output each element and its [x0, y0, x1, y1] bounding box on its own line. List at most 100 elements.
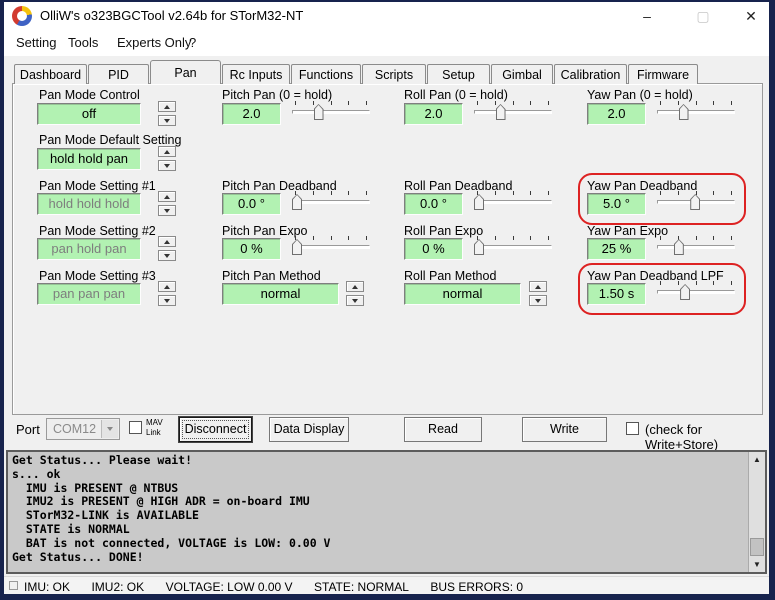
status-voltage: VOLTAGE: LOW 0.00 V	[166, 580, 293, 594]
slider-thumb[interactable]	[474, 239, 484, 255]
pitch-pan-expo-slider[interactable]	[292, 236, 370, 258]
pan-mode-setting2-spinner[interactable]	[158, 236, 176, 264]
maximize-button[interactable]: ▢	[680, 2, 726, 30]
tab-dashboard[interactable]: Dashboard	[14, 64, 87, 84]
pan-mode-default-combo[interactable]: hold hold pan	[37, 148, 141, 170]
tab-firmware[interactable]: Firmware	[628, 64, 698, 84]
roll-pan-deadband-field[interactable]: 0.0 °	[404, 193, 463, 215]
tab-pan[interactable]: Pan	[150, 60, 221, 84]
tab-pid[interactable]: PID	[88, 64, 149, 84]
yaw-pan-expo-label: Yaw Pan Expo	[587, 224, 668, 238]
menu-tools[interactable]: Tools	[68, 35, 98, 50]
slider-thumb[interactable]	[690, 194, 700, 210]
roll-pan-method-spinner[interactable]	[529, 281, 547, 309]
pitch-pan-slider[interactable]	[292, 101, 370, 123]
write-button[interactable]: Write	[522, 417, 607, 442]
menu-experts-only[interactable]: Experts Only	[117, 35, 191, 50]
spin-up-icon[interactable]	[158, 191, 176, 202]
tab-functions[interactable]: Functions	[291, 64, 361, 84]
pan-mode-control-spinner[interactable]	[158, 101, 176, 129]
spin-up-icon[interactable]	[158, 281, 176, 292]
disconnect-button[interactable]: Disconnect	[179, 417, 252, 442]
pan-mode-setting1-spinner[interactable]	[158, 191, 176, 219]
yaw-pan-field[interactable]: 2.0	[587, 103, 646, 125]
pitch-pan-field[interactable]: 2.0	[222, 103, 281, 125]
data-display-button[interactable]: Data Display	[269, 417, 349, 442]
spin-down-icon[interactable]	[529, 295, 547, 306]
status-state: STATE: NORMAL	[314, 580, 409, 594]
scroll-up-icon[interactable]: ▲	[749, 452, 765, 467]
slider-thumb[interactable]	[292, 194, 302, 210]
spin-up-icon[interactable]	[158, 146, 176, 157]
tab-setup[interactable]: Setup	[427, 64, 490, 84]
menu-help[interactable]: ?	[189, 35, 196, 50]
spin-down-icon[interactable]	[158, 295, 176, 306]
app-window: OlliW's o323BGCTool v2.64b for STorM32-N…	[0, 0, 775, 600]
mav-link-checkbox[interactable]	[129, 421, 142, 434]
write-store-checkbox[interactable]	[626, 422, 639, 435]
status-imu: IMU: OK	[24, 580, 70, 594]
dropdown-arrow-icon[interactable]	[101, 420, 118, 438]
roll-pan-field[interactable]: 2.0	[404, 103, 463, 125]
tab-gimbal[interactable]: Gimbal	[491, 64, 553, 84]
console-scrollbar[interactable]: ▲ ▼	[748, 452, 765, 572]
yaw-pan-lpf-slider[interactable]	[657, 281, 735, 303]
yaw-pan-deadband-field[interactable]: 5.0 °	[587, 193, 646, 215]
yaw-pan-slider[interactable]	[657, 101, 735, 123]
port-combo[interactable]: COM12	[46, 418, 120, 440]
tab-scripts[interactable]: Scripts	[362, 64, 426, 84]
slider-thumb[interactable]	[314, 104, 324, 120]
pitch-pan-method-spinner[interactable]	[346, 281, 364, 309]
scroll-down-icon[interactable]: ▼	[749, 557, 765, 572]
roll-pan-method-combo[interactable]: normal	[404, 283, 521, 305]
spin-down-icon[interactable]	[158, 115, 176, 126]
slider-thumb[interactable]	[292, 239, 302, 255]
pan-mode-setting2-combo[interactable]: pan hold pan	[37, 238, 141, 260]
slider-thumb[interactable]	[674, 239, 684, 255]
menu-setting[interactable]: Setting	[16, 35, 56, 50]
slider-thumb[interactable]	[496, 104, 506, 120]
status-checkbox[interactable]	[9, 581, 18, 590]
spin-up-icon[interactable]	[346, 281, 364, 292]
yaw-pan-expo-field[interactable]: 25 %	[587, 238, 646, 260]
spin-down-icon[interactable]	[158, 160, 176, 171]
slider-thumb[interactable]	[474, 194, 484, 210]
pan-mode-setting3-combo[interactable]: pan pan pan	[37, 283, 141, 305]
pan-mode-setting3-spinner[interactable]	[158, 281, 176, 309]
spin-up-icon[interactable]	[158, 101, 176, 112]
status-bus-errors: BUS ERRORS: 0	[430, 580, 523, 594]
status-imu2: IMU2: OK	[91, 580, 144, 594]
pan-mode-setting1-combo[interactable]: hold hold hold	[37, 193, 141, 215]
status-console: Get Status... Please wait! s... ok IMU i…	[6, 450, 767, 574]
roll-pan-expo-slider[interactable]	[474, 236, 552, 258]
focus-rect	[182, 420, 249, 439]
pan-mode-control-label: Pan Mode Control	[39, 88, 140, 102]
slider-thumb[interactable]	[680, 284, 690, 300]
tab-calibration[interactable]: Calibration	[554, 64, 627, 84]
roll-pan-expo-field[interactable]: 0 %	[404, 238, 463, 260]
yaw-pan-lpf-field[interactable]: 1.50 s	[587, 283, 646, 305]
pitch-pan-deadband-slider[interactable]	[292, 191, 370, 213]
yaw-pan-expo-slider[interactable]	[657, 236, 735, 258]
minimize-button[interactable]: –	[624, 2, 670, 30]
pitch-pan-method-combo[interactable]: normal	[222, 283, 339, 305]
close-button[interactable]: ✕	[728, 2, 774, 30]
spin-down-icon[interactable]	[158, 250, 176, 261]
tab-rc-inputs[interactable]: Rc Inputs	[222, 64, 290, 84]
pitch-pan-expo-field[interactable]: 0 %	[222, 238, 281, 260]
read-button[interactable]: Read	[404, 417, 482, 442]
spin-up-icon[interactable]	[529, 281, 547, 292]
spin-down-icon[interactable]	[346, 295, 364, 306]
pitch-pan-deadband-field[interactable]: 0.0 °	[222, 193, 281, 215]
pan-mode-default-spinner[interactable]	[158, 146, 176, 174]
roll-pan-deadband-slider[interactable]	[474, 191, 552, 213]
pan-mode-control-combo[interactable]: off	[37, 103, 141, 125]
pitch-pan-method-label: Pitch Pan Method	[222, 269, 321, 283]
roll-pan-slider[interactable]	[474, 101, 552, 123]
pan-mode-default-label: Pan Mode Default Setting	[39, 133, 181, 147]
slider-thumb[interactable]	[679, 104, 689, 120]
spin-up-icon[interactable]	[158, 236, 176, 247]
yaw-pan-deadband-slider[interactable]	[657, 191, 735, 213]
scrollbar-thumb[interactable]	[750, 538, 764, 556]
spin-down-icon[interactable]	[158, 205, 176, 216]
